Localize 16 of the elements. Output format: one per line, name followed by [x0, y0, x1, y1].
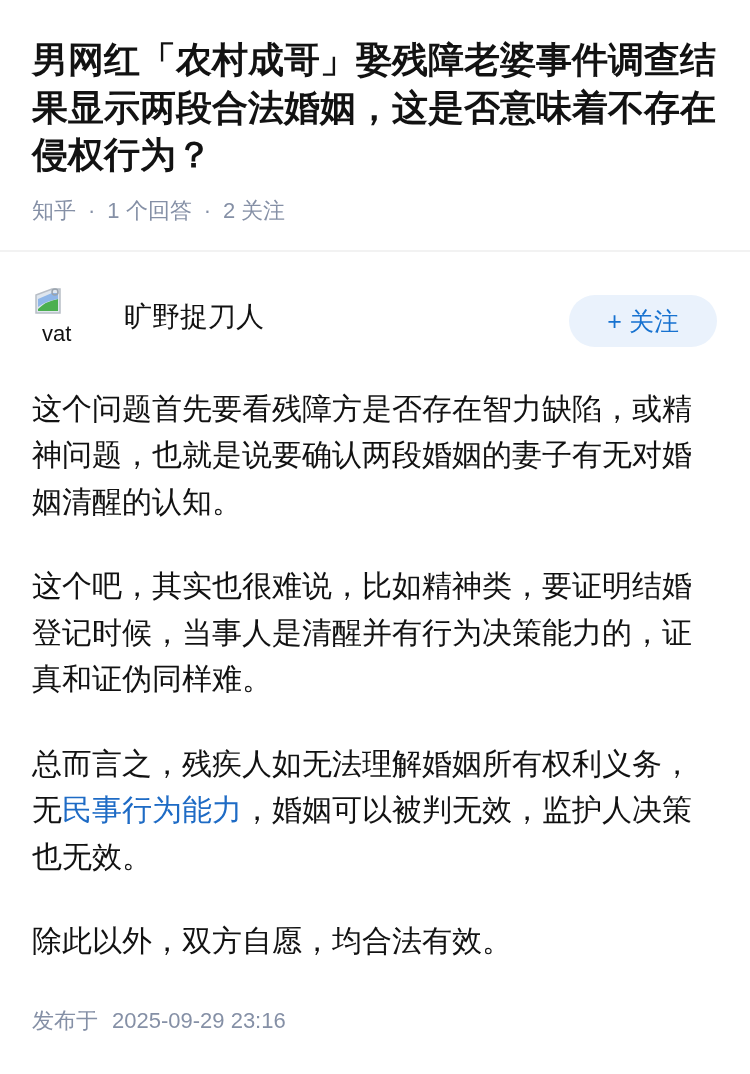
- answer-paragraph: 总而言之，残疾人如无法理解婚姻所有权利义务，无民事行为能力，婚姻可以被判无效，监护人决策也无效。: [32, 745, 693, 875]
- question-meta-text: 知乎: [32, 196, 76, 225]
- follow-button[interactable]: + 关注: [569, 294, 717, 347]
- author-name[interactable]: 旷野捉刀人: [124, 298, 264, 335]
- question-meta-text: 2 关注: [223, 196, 286, 225]
- separator-dot: ·: [88, 196, 96, 225]
- question-meta-text: 1 个回答: [107, 196, 192, 225]
- inline-link[interactable]: 民事行为能力: [62, 793, 242, 826]
- answer-paragraph: 除此以外，双方自愿，均合法有效。: [32, 923, 513, 959]
- question-title: 男网红「农村成哥」娶残障老婆事件调查结果显示两段合法婚姻，这是否意味着不存在侵权行为？: [32, 38, 717, 177]
- separator-dot: ·: [203, 196, 211, 225]
- published-label: 发布于: [32, 1006, 98, 1035]
- answer-paragraph: 这个问题首先要看残障方是否存在智力缺陷，或精神问题，也就是说要确认两段婚姻的妻子有无对婚姻清醒的认知。: [32, 390, 693, 520]
- published-time: 2025-09-29 23:16: [112, 1006, 286, 1035]
- avatar-alt-text: vat: [42, 320, 72, 347]
- answer-paragraph: 这个吧，其实也很难说，比如精神类，要证明结婚登记时候，当事人是清醒并有行为决策能力的，证真和证伪同样难。: [32, 568, 693, 697]
